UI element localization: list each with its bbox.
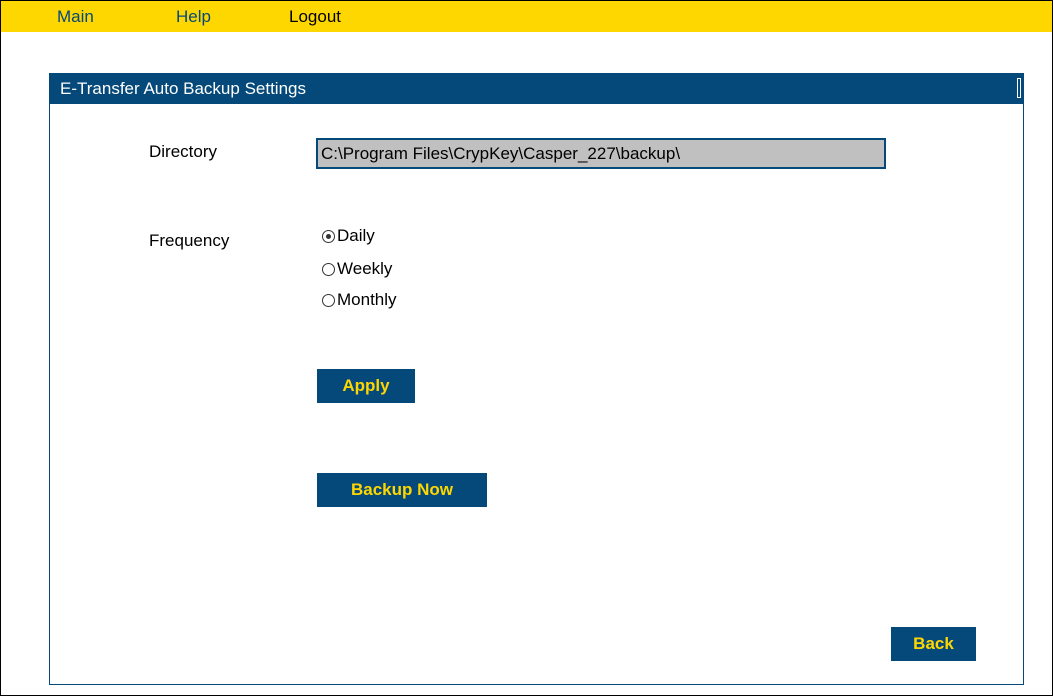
backup-now-button[interactable]: Backup Now — [317, 473, 487, 507]
apply-button[interactable]: Apply — [317, 369, 415, 403]
radio-unselected-icon[interactable] — [322, 262, 335, 276]
radio-selected-icon[interactable] — [322, 229, 335, 243]
radio-option-monthly[interactable]: Monthly — [322, 289, 397, 311]
frequency-label: Frequency — [149, 231, 230, 250]
panel-header: E-Transfer Auto Backup Settings — [50, 74, 1023, 104]
nav-logout-link[interactable]: Logout — [289, 8, 341, 26]
panel-title: E-Transfer Auto Backup Settings — [60, 79, 306, 98]
radio-unselected-icon[interactable] — [322, 293, 335, 307]
directory-label: Directory — [149, 142, 218, 161]
radio-label-daily: Daily — [337, 226, 375, 245]
radio-option-daily[interactable]: Daily — [322, 225, 375, 247]
radio-label-weekly: Weekly — [337, 259, 393, 278]
back-button[interactable]: Back — [891, 627, 976, 661]
top-nav-bar: Main Help Logout — [1, 1, 1052, 32]
header-marker — [1017, 78, 1021, 98]
backup-settings-panel: E-Transfer Auto Backup Settings Director… — [49, 73, 1024, 685]
radio-label-monthly: Monthly — [337, 290, 397, 309]
nav-main-link[interactable]: Main — [57, 8, 94, 26]
nav-help-link[interactable]: Help — [176, 8, 211, 26]
directory-field[interactable] — [316, 138, 886, 169]
radio-option-weekly[interactable]: Weekly — [322, 258, 392, 280]
